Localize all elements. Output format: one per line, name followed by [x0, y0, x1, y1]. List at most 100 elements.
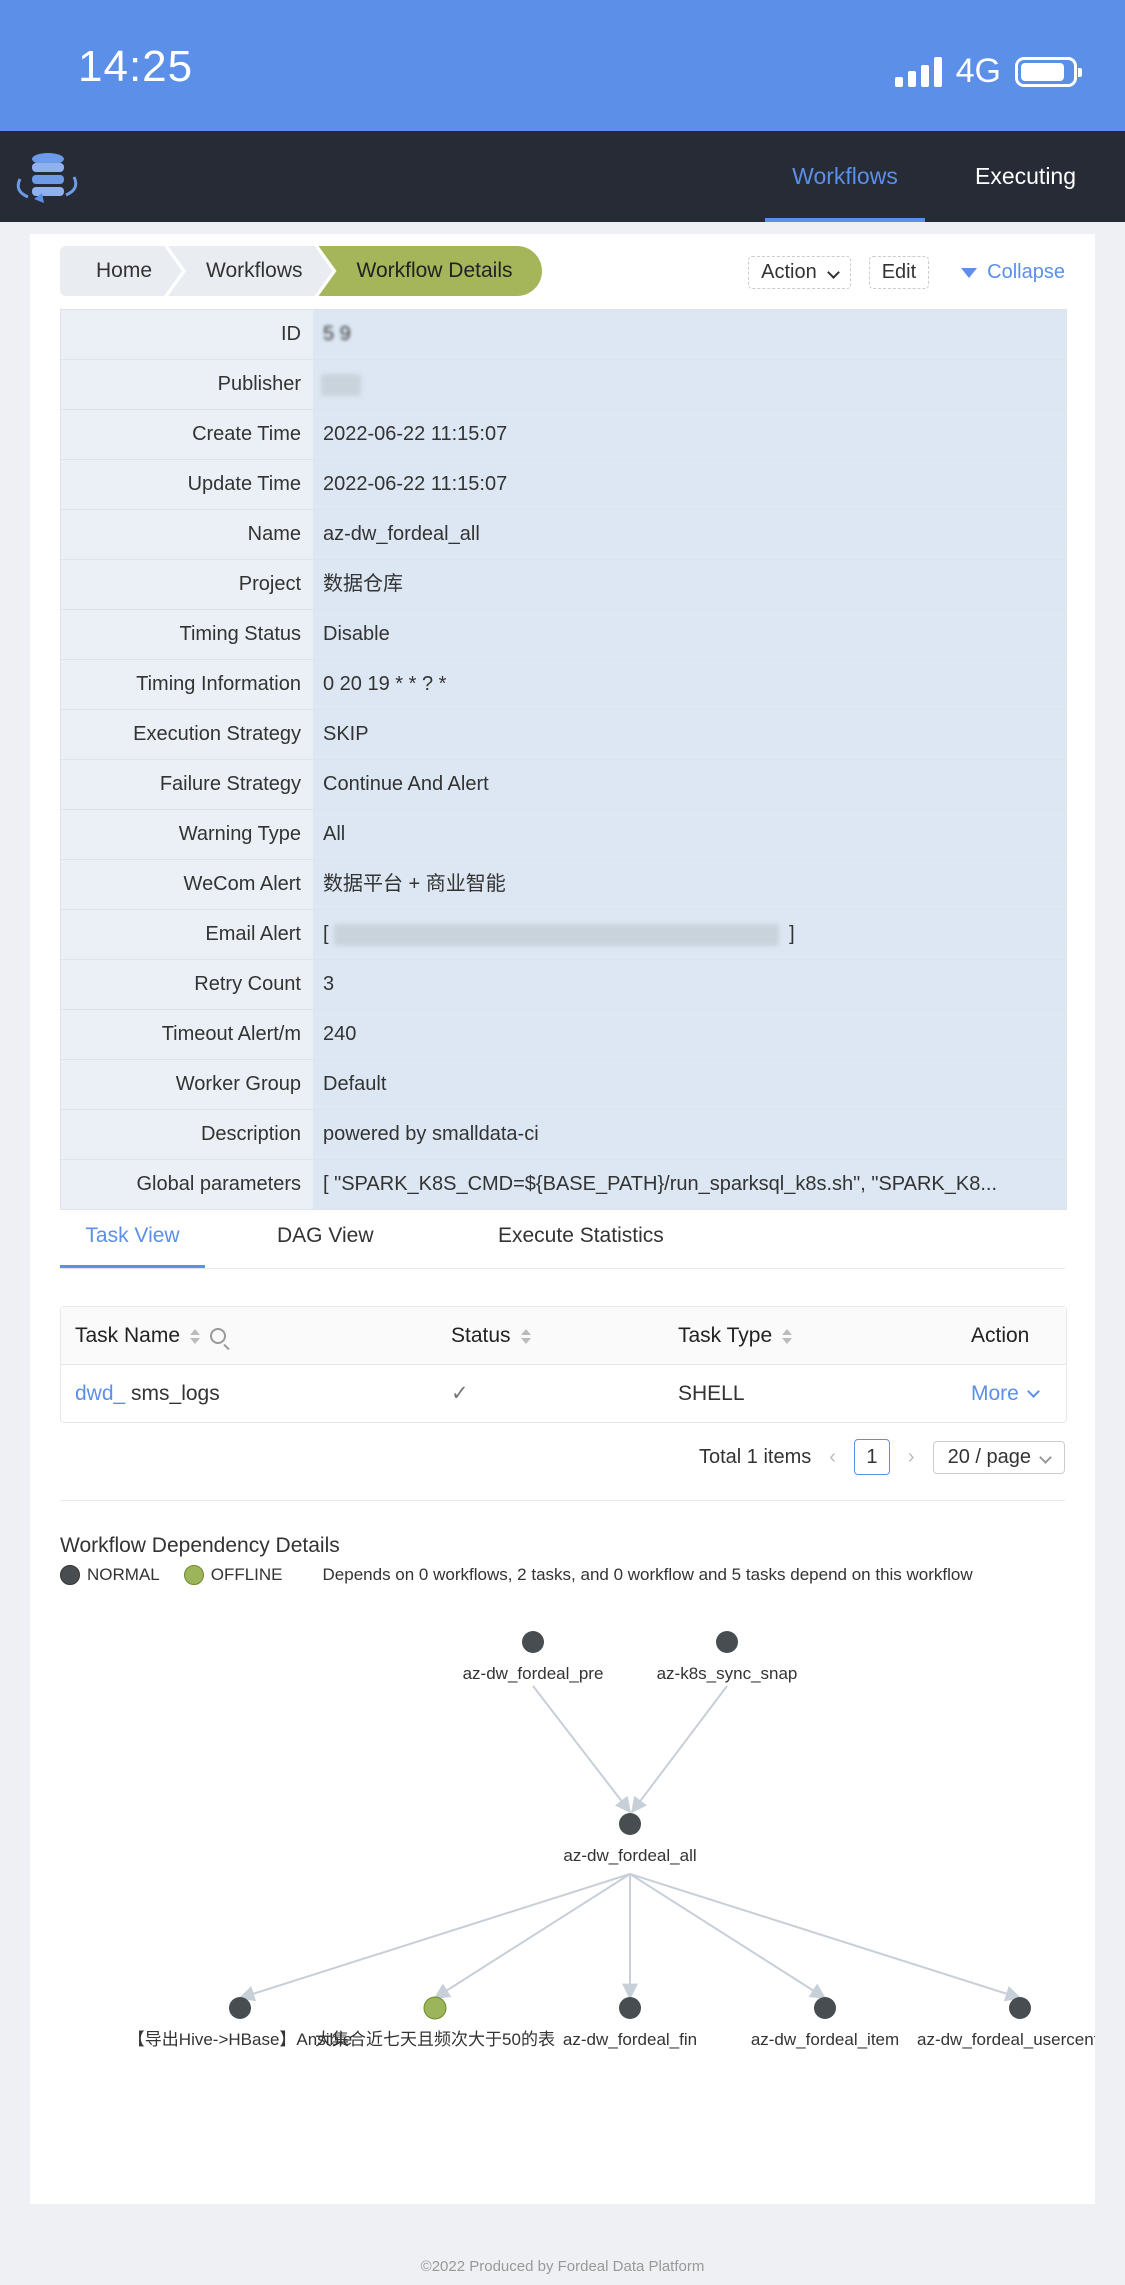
tab-execute-statistics[interactable]: Execute Statistics	[498, 1216, 664, 1268]
node-circle	[423, 1996, 447, 2020]
detail-label: Name	[61, 510, 313, 559]
detail-actions: Action Edit Collapse	[748, 256, 1065, 289]
edit-button[interactable]: Edit	[868, 256, 930, 289]
detail-value-email: [ ]	[313, 910, 1066, 959]
detail-value: SKIP	[313, 710, 1066, 759]
logo-icon	[16, 153, 78, 203]
detail-label: Project	[61, 560, 313, 609]
signal-icon	[894, 56, 942, 87]
edge	[532, 1685, 631, 1814]
action-label: Action	[761, 261, 817, 283]
breadcrumb-home[interactable]: Home	[60, 246, 182, 296]
detail-value-publisher	[313, 360, 1066, 409]
divider	[60, 1500, 1065, 1501]
detail-row-publisher: Publisher	[61, 360, 1066, 410]
detail-row-global-parameters: Global parameters[ "SPARK_K8S_CMD=${BASE…	[61, 1160, 1066, 1209]
detail-value-id: 5 9	[313, 310, 1066, 359]
breadcrumb-workflows[interactable]: Workflows	[168, 246, 332, 296]
detail-label: Description	[61, 1110, 313, 1159]
sort-icon[interactable]	[782, 1328, 793, 1344]
tab-dag-view[interactable]: DAG View	[277, 1216, 373, 1268]
node-label: az-dw_fordeal_pre	[463, 1664, 604, 1683]
edge	[238, 1873, 631, 2002]
action-dropdown[interactable]: Action	[748, 256, 851, 289]
status-time: 14:25	[78, 42, 194, 91]
page-size-select[interactable]: 20 / page	[932, 1440, 1065, 1474]
edge	[631, 1685, 728, 1814]
collapse-button[interactable]: Collapse	[961, 261, 1065, 284]
node-label: az-dw_fordeal_fin	[563, 2030, 697, 2049]
detail-value: Default	[313, 1060, 1066, 1109]
breadcrumb-workflow-details: Workflow Details	[318, 246, 543, 296]
sort-icon[interactable]	[190, 1328, 201, 1344]
detail-label: ID	[61, 310, 313, 359]
detail-label: Publisher	[61, 360, 313, 409]
node-circle	[522, 1631, 544, 1653]
dependency-title: Workflow Dependency Details	[60, 1534, 340, 1557]
node-label: 大集合近七天且频次大于50的表	[315, 2030, 555, 2049]
detail-value: Continue And Alert	[313, 760, 1066, 809]
edge	[629, 1873, 827, 1999]
detail-value: 数据平台 + 商业智能	[313, 860, 1066, 909]
detail-label: Timing Information	[61, 660, 313, 709]
edge	[433, 1873, 631, 1999]
node-label: az-dw_fordeal_item	[751, 2030, 899, 2049]
status-bar: 14:25 4G	[0, 0, 1125, 131]
network-label: 4G	[955, 52, 1001, 90]
sort-icon[interactable]	[520, 1328, 531, 1344]
detail-row-timing-status: Timing Status Disable	[61, 610, 1066, 660]
detail-row-execution-strategy: Execution Strategy SKIP	[61, 710, 1066, 760]
detail-label: Warning Type	[61, 810, 313, 859]
collapse-label: Collapse	[987, 261, 1065, 283]
top-navbar: Workflows Executing	[0, 131, 1125, 222]
detail-row-project: Project 数据仓库	[61, 560, 1066, 610]
detail-label: Execution Strategy	[61, 710, 313, 759]
offline-dot-icon	[183, 1565, 204, 1585]
column-status[interactable]: Status	[451, 1307, 531, 1364]
nav-tab-executing[interactable]: Executing	[975, 131, 1076, 222]
table-row: dwd_ sms_logs ✓ SHELL More	[61, 1365, 1066, 1422]
detail-label: Worker Group	[61, 1060, 313, 1109]
detail-value: 数据仓库	[313, 560, 1066, 609]
breadcrumb: Home Workflows Workflow Details	[60, 246, 543, 296]
view-tabs: Task View DAG View Execute Statistics	[60, 1216, 1065, 1269]
detail-row-wecom-alert: WeCom Alert 数据平台 + 商业智能	[61, 860, 1066, 910]
detail-label: WeCom Alert	[61, 860, 313, 909]
detail-row-id: ID 5 9	[61, 310, 1066, 360]
workflow-details-table: ID 5 9 Publisher Create Time 2022-06-22 11…	[60, 309, 1067, 1210]
detail-row-timeout-alert: Timeout Alert/m 240	[61, 1010, 1066, 1060]
detail-value: 240	[313, 1010, 1066, 1059]
column-task-name[interactable]: Task Name	[75, 1307, 227, 1364]
next-page-icon[interactable]: ›	[908, 1446, 915, 1469]
node-circle	[619, 1997, 641, 2019]
node-circle	[1009, 1997, 1031, 2019]
detail-value: 0 20 19 * * ? *	[313, 660, 1066, 709]
column-task-type[interactable]: Task Type	[678, 1307, 793, 1364]
battery-icon	[1015, 56, 1082, 87]
search-icon[interactable]	[210, 1328, 227, 1345]
task-name-link[interactable]: dwd_ sms_logs	[75, 1365, 220, 1422]
detail-row-update-time: Update Time 2022-06-22 11:15:07	[61, 460, 1066, 510]
chevron-down-icon	[826, 266, 840, 279]
node-circle	[619, 1813, 641, 1835]
legend-normal: NORMAL	[87, 1565, 160, 1584]
chevron-down-icon	[1026, 1385, 1040, 1398]
detail-value: powered by smalldata-ci	[313, 1110, 1066, 1159]
page-number[interactable]: 1	[853, 1439, 890, 1475]
task-type: SHELL	[678, 1382, 745, 1405]
normal-dot-icon	[60, 1565, 80, 1585]
detail-label: Failure Strategy	[61, 760, 313, 809]
node-label: az-k8s_sync_snap	[657, 1664, 798, 1683]
detail-label: Email Alert	[61, 910, 313, 959]
tab-task-view[interactable]: Task View	[60, 1216, 205, 1268]
status-indicators: 4G	[894, 52, 1082, 91]
redacted-block	[321, 373, 361, 396]
pagination: Total 1 items ‹ 1 › 20 / page	[699, 1439, 1065, 1475]
detail-row-name: Name az-dw_fordeal_all	[61, 510, 1066, 560]
dependency-summary: Depends on 0 workflows, 2 tasks, and 0 w…	[322, 1565, 973, 1584]
more-dropdown[interactable]: More	[971, 1365, 1040, 1422]
detail-row-retry-count: Retry Count 3	[61, 960, 1066, 1010]
nav-tab-workflows[interactable]: Workflows	[765, 131, 925, 222]
detail-label: Update Time	[61, 460, 313, 509]
prev-page-icon[interactable]: ‹	[829, 1446, 836, 1469]
